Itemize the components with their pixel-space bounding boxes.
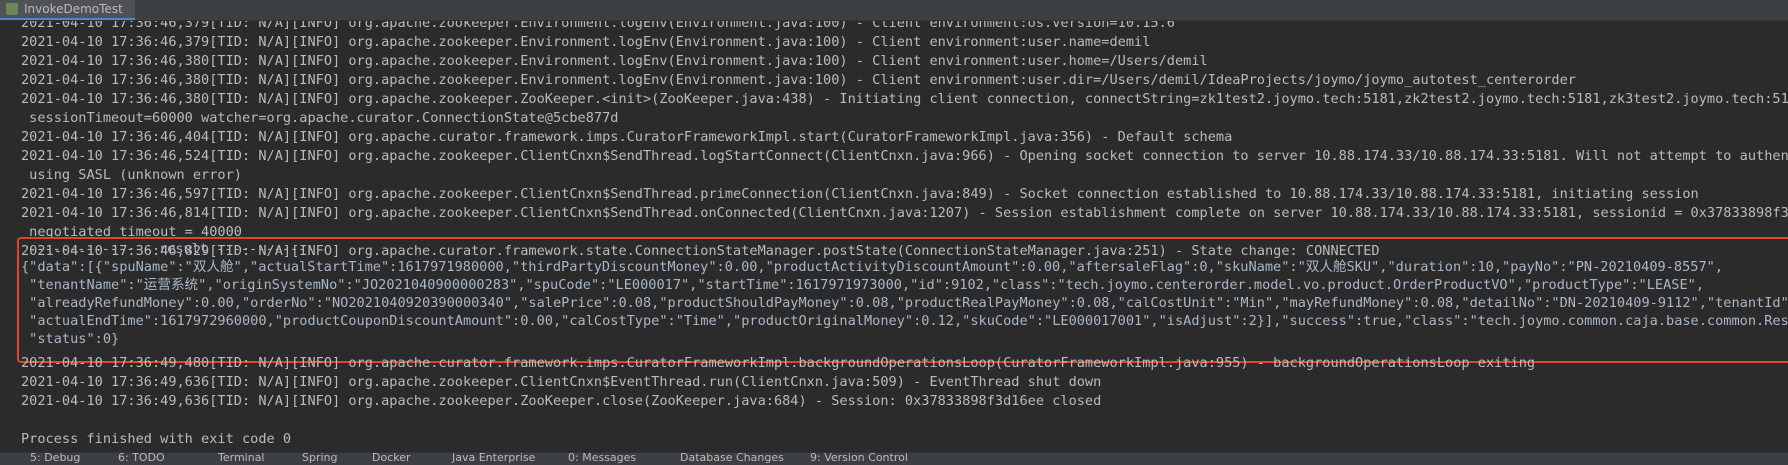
tool-terminal[interactable]: Terminal	[218, 453, 265, 465]
console-line: 2021-04-10 17:36:46,404[TID: N/A][INFO] …	[21, 129, 1233, 145]
tool-messages[interactable]: 0: Messages	[568, 453, 636, 465]
tab-invoke-demo-test[interactable]: InvokeDemoTest	[0, 0, 135, 20]
console-line: 2021-04-10 17:36:49,480[TID: N/A][INFO] …	[21, 355, 1536, 371]
tool-todo[interactable]: 6: TODO	[118, 453, 165, 465]
console-line: sessionTimeout=60000 watcher=org.apache.…	[21, 110, 619, 126]
result-json-line: "status":0}	[21, 331, 120, 347]
console-line: 2021-04-10 17:36:49,636[TID: N/A][INFO] …	[21, 393, 1102, 409]
result-header-line: --------------- result ------------	[28, 241, 315, 257]
tool-version-control[interactable]: 9: Version Control	[810, 453, 908, 465]
console-line: 2021-04-10 17:36:46,814[TID: N/A][INFO] …	[21, 205, 1788, 221]
tab-label: InvokeDemoTest	[24, 2, 123, 16]
console-line: 2021-04-10 17:36:46,380[TID: N/A][INFO] …	[21, 53, 1208, 69]
tool-java-enterprise[interactable]: Java Enterprise	[452, 453, 535, 465]
console-line: 2021-04-10 17:36:46,380[TID: N/A][INFO] …	[21, 72, 1576, 88]
console-line: 2021-04-10 17:36:46,379[TID: N/A][INFO] …	[21, 21, 1175, 31]
process-exit-message: Process finished with exit code 0	[21, 431, 292, 447]
result-json-line: "actualEndTime":1617972960000,"productCo…	[21, 313, 1788, 329]
console-line: 2021-04-10 17:36:46,379[TID: N/A][INFO] …	[21, 34, 1151, 50]
tool-docker[interactable]: Docker	[372, 453, 411, 465]
tool-debug[interactable]: 5: Debug	[30, 453, 80, 465]
run-config-icon	[6, 3, 18, 15]
result-json-line: "alreadyRefundMoney":0.00,"orderNo":"NO2…	[21, 295, 1788, 311]
console-line: 2021-04-10 17:36:46,524[TID: N/A][INFO] …	[21, 148, 1788, 164]
result-json-line: "tenantName":"运营系统","originSystemNo":"JO…	[21, 277, 1705, 293]
console-line: using SASL (unknown error)	[21, 167, 242, 183]
tool-window-bar: 5: Debug 6: TODO Terminal Spring Docker …	[0, 452, 1788, 465]
run-console-output[interactable]: 2021-04-10 17:36:46,379[TID: N/A][INFO] …	[0, 21, 1788, 452]
result-json-line: {"data":[{"spuName":"双人舱","actualStartTi…	[21, 259, 1724, 275]
tool-database-changes[interactable]: Database Changes	[680, 453, 784, 465]
tool-spring[interactable]: Spring	[302, 453, 338, 465]
console-line: 2021-04-10 17:36:46,380[TID: N/A][INFO] …	[21, 91, 1788, 107]
console-line: 2021-04-10 17:36:46,597[TID: N/A][INFO] …	[21, 186, 1699, 202]
console-line: 2021-04-10 17:36:49,636[TID: N/A][INFO] …	[21, 374, 1102, 390]
editor-tab-bar: InvokeDemoTest	[0, 0, 1788, 21]
